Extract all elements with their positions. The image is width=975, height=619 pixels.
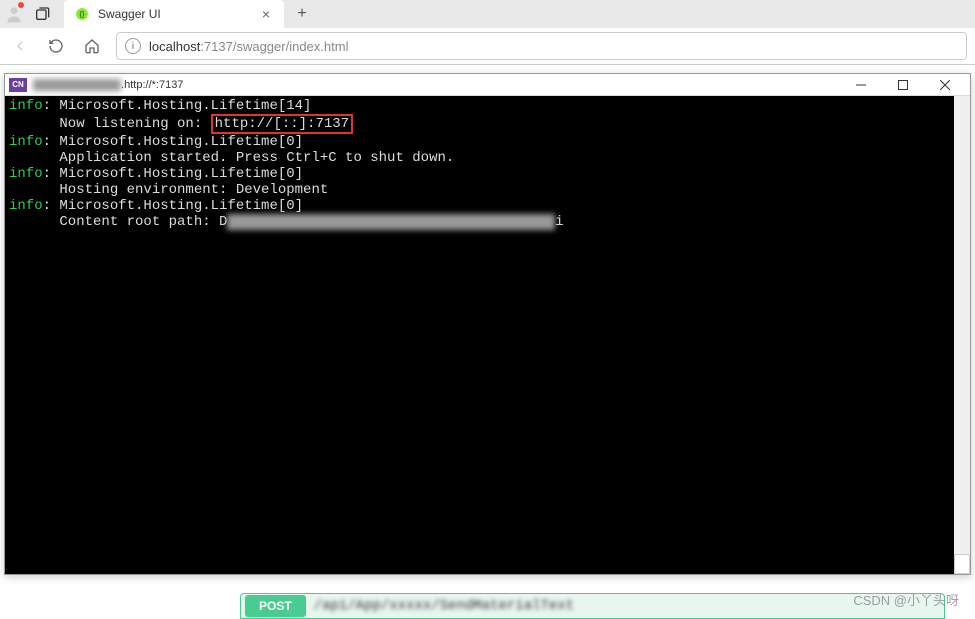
address-bar[interactable]: i localhost:7137/swagger/index.html xyxy=(116,32,967,60)
terminal-title: XXXXXXXXXXXX.http://*:7137 xyxy=(33,79,840,91)
profile-icon[interactable] xyxy=(0,0,28,28)
terminal-app-icon: CN xyxy=(9,78,27,92)
browser-tab[interactable]: {} Swagger UI × xyxy=(64,0,284,28)
maximize-button[interactable] xyxy=(882,74,924,96)
new-tab-button[interactable]: + xyxy=(288,0,316,28)
terminal-titlebar[interactable]: CN XXXXXXXXXXXX.http://*:7137 xyxy=(5,74,970,96)
scrollbar-thumb[interactable] xyxy=(954,554,970,574)
swagger-operation[interactable]: POST /api/App/xxxxx/SendMaterialText xyxy=(240,593,945,619)
terminal-line: info: Microsoft.Hosting.Lifetime[0] xyxy=(9,166,966,182)
notification-dot xyxy=(18,2,24,8)
terminal-line: Content root path: Dxxxxxxxxxxxxxxxxxxxx… xyxy=(9,214,966,230)
home-button[interactable] xyxy=(80,34,104,58)
terminal-line: Application started. Press Ctrl+C to shu… xyxy=(9,150,966,166)
url-text: localhost:7137/swagger/index.html xyxy=(149,39,348,54)
terminal-line: info: Microsoft.Hosting.Lifetime[0] xyxy=(9,198,966,214)
svg-text:{}: {} xyxy=(80,11,85,18)
back-button[interactable] xyxy=(8,34,32,58)
watermark: CSDN @小丫头呀 xyxy=(853,590,959,609)
terminal-line: info: Microsoft.Hosting.Lifetime[14] xyxy=(9,98,966,114)
page-content: CN XXXXXXXXXXXX.http://*:7137 info: Micr… xyxy=(0,65,975,619)
terminal-line: Now listening on: http://[::]:7137 xyxy=(9,114,966,134)
site-info-icon[interactable]: i xyxy=(125,38,141,54)
http-method-badge: POST xyxy=(245,595,306,617)
nav-bar: i localhost:7137/swagger/index.html xyxy=(0,28,975,64)
endpoint-path: /api/App/xxxxx/SendMaterialText xyxy=(314,598,574,614)
close-button[interactable] xyxy=(924,74,966,96)
tab-title: Swagger UI xyxy=(98,7,250,21)
window-controls xyxy=(840,74,966,96)
browser-chrome: {} Swagger UI × + i localhost:7137/swagg… xyxy=(0,0,975,65)
terminal-scrollbar[interactable] xyxy=(954,96,970,574)
refresh-button[interactable] xyxy=(44,34,68,58)
minimize-button[interactable] xyxy=(840,74,882,96)
terminal-line: info: Microsoft.Hosting.Lifetime[0] xyxy=(9,134,966,150)
blurred-title-prefix: XXXXXXXXXXXX xyxy=(33,79,121,91)
tab-close-button[interactable]: × xyxy=(258,6,274,22)
tabs-overview-icon[interactable] xyxy=(28,0,56,28)
terminal-body[interactable]: info: Microsoft.Hosting.Lifetime[14] Now… xyxy=(5,96,970,574)
terminal-line: Hosting environment: Development xyxy=(9,182,966,198)
tab-bar: {} Swagger UI × + xyxy=(0,0,975,28)
swagger-favicon-icon: {} xyxy=(74,6,90,22)
terminal-window: CN XXXXXXXXXXXX.http://*:7137 info: Micr… xyxy=(4,73,971,575)
